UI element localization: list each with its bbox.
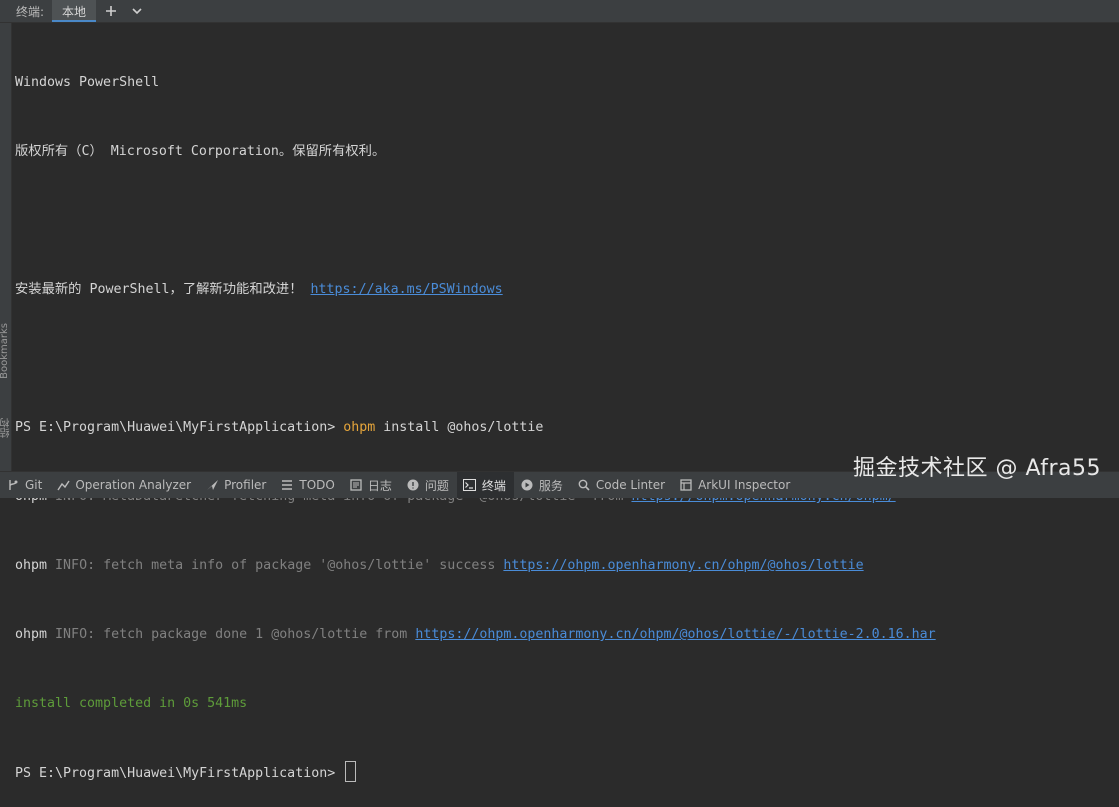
play-icon — [520, 478, 534, 492]
chevron-down-icon — [132, 8, 142, 15]
log-link[interactable]: https://ohpm.openharmony.cn/ohpm/@ohos/l… — [415, 627, 935, 642]
log-icon — [349, 478, 363, 492]
tool-todo-label: TODO — [299, 478, 335, 492]
tab-local-label: 本地 — [62, 4, 87, 19]
git-branch-icon — [6, 478, 20, 492]
log-text: INFO: fetch meta info of package '@ohos/… — [55, 558, 496, 573]
terminal-output[interactable]: Windows PowerShell 版权所有（C） Microsoft Cor… — [15, 25, 1115, 807]
log-prefix: ohpm — [15, 558, 48, 573]
terminal-line: Windows PowerShell — [15, 75, 160, 90]
info-icon — [406, 478, 420, 492]
terminal-cursor[interactable] — [345, 761, 357, 782]
success-line: install completed in 0s 541ms — [15, 696, 248, 711]
tab-local[interactable]: 本地 — [52, 0, 97, 22]
structure-tool-button[interactable]: 结构 — [0, 418, 14, 438]
tool-problems-label: 问题 — [424, 478, 449, 493]
tool-log[interactable]: 日志 — [343, 472, 400, 498]
log-prefix: ohpm — [15, 627, 48, 642]
tool-problems[interactable]: 问题 — [400, 472, 457, 498]
terminal-line: 版权所有（C） Microsoft Corporation。保留所有权利。 — [15, 144, 386, 159]
tab-dropdown-button[interactable] — [126, 0, 148, 22]
tool-todo[interactable]: TODO — [274, 472, 342, 498]
tool-operation-analyzer-label: Operation Analyzer — [75, 478, 192, 492]
install-message: 安装最新的 PowerShell，了解新功能和改进！ — [15, 282, 303, 297]
log-link[interactable]: https://ohpm.openharmony.cn/ohpm/@ohos/l… — [503, 558, 863, 573]
terminal-line: PS E:\Program\Huawei\MyFirstApplication>… — [15, 416, 1115, 439]
prompt: PS E:\Program\Huawei\MyFirstApplication> — [15, 766, 336, 781]
tool-arkui-inspector-label: ArkUI Inspector — [698, 478, 791, 492]
tool-terminal-label: 终端 — [481, 478, 506, 493]
terminal-icon — [463, 478, 477, 492]
search-icon — [577, 478, 591, 492]
tool-profiler-label: Profiler — [224, 478, 267, 492]
log-line: ohpm INFO: fetch package done 1 @ohos/lo… — [15, 623, 1115, 646]
tool-code-linter[interactable]: Code Linter — [571, 472, 673, 498]
log-text: INFO: fetch package done 1 @ohos/lottie … — [55, 627, 408, 642]
plus-icon — [106, 6, 117, 16]
tool-operation-analyzer[interactable]: Operation Analyzer — [50, 472, 199, 498]
tool-log-label: 日志 — [367, 478, 392, 493]
new-tab-button[interactable] — [100, 0, 122, 22]
tool-git[interactable]: Git — [0, 472, 50, 498]
powershell-link[interactable]: https://aka.ms/PSWindows — [311, 282, 503, 297]
chart-icon — [56, 478, 70, 492]
tool-profiler[interactable]: Profiler — [199, 472, 274, 498]
tool-git-label: Git — [25, 478, 43, 492]
terminal-tab-bar: 终端: 本地 — [0, 0, 1119, 23]
log-line: ohpm INFO: fetch meta info of package '@… — [15, 554, 1115, 577]
tool-terminal[interactable]: 终端 — [456, 472, 514, 498]
profiler-icon — [205, 478, 219, 492]
terminal-line: 安装最新的 PowerShell，了解新功能和改进！ https://aka.m… — [15, 278, 1115, 301]
watermark: 掘金技术社区 @ Afra55 — [852, 456, 1101, 481]
bookmarks-tool-button[interactable]: Bookmarks — [0, 323, 10, 379]
tool-services-label: 服务 — [538, 478, 563, 493]
inspector-icon — [679, 478, 693, 492]
tool-arkui-inspector[interactable]: ArkUI Inspector — [673, 472, 798, 498]
left-tool-strip: Bookmarks 结构 — [0, 23, 12, 471]
prompt: PS E:\Program\Huawei\MyFirstApplication> — [15, 420, 336, 435]
terminal-line: PS E:\Program\Huawei\MyFirstApplication> — [15, 761, 1115, 784]
command-exe: ohpm — [343, 420, 376, 435]
tool-code-linter-label: Code Linter — [595, 478, 666, 492]
tool-services[interactable]: 服务 — [514, 472, 571, 498]
terminal-title: 终端: — [16, 4, 45, 19]
command-args: install @ohos/lottie — [383, 420, 544, 435]
list-icon — [280, 478, 294, 492]
